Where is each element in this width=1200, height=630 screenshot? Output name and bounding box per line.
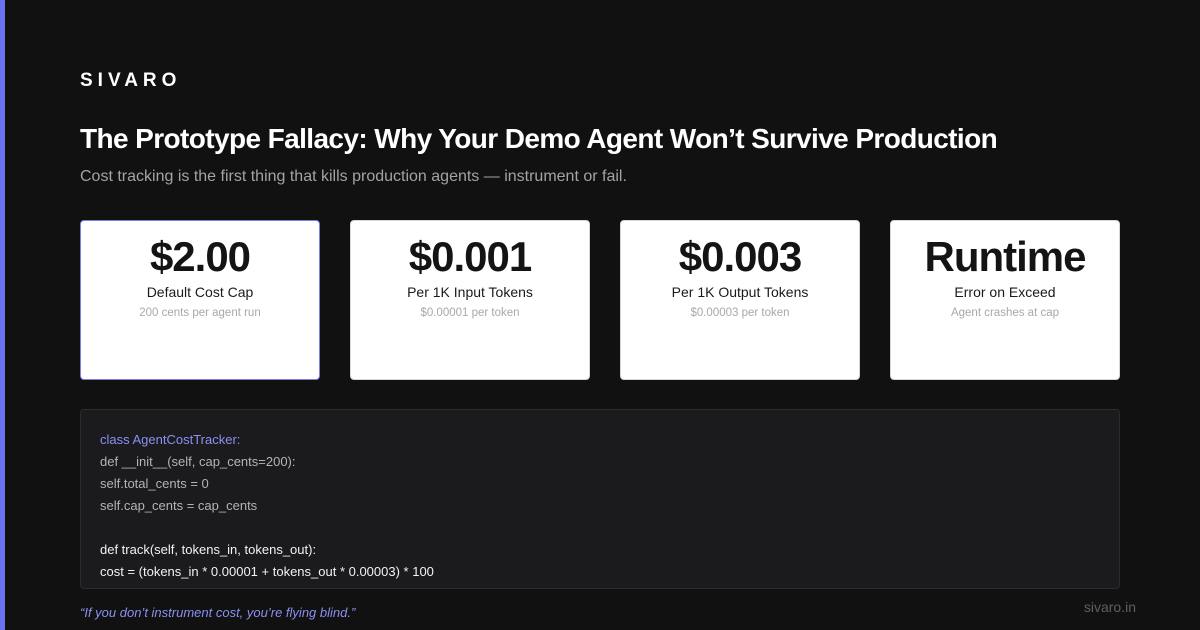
stat-value: $2.00 — [149, 233, 251, 280]
stat-caption: 200 cents per agent run — [139, 307, 261, 319]
code-line: self.total_cents = 0 — [100, 476, 209, 491]
stat-label: Error on Exceed — [954, 284, 1056, 300]
code-line: def __init__(self, cap_cents=200): — [100, 454, 296, 469]
code-line: class AgentCostTracker: — [100, 432, 241, 447]
code-line: def track(self, tokens_in, tokens_out): — [100, 542, 317, 557]
stat-card-cost-cap: $2.00 Default Cost Cap 200 cents per age… — [80, 220, 320, 380]
code-line: cost = (tokens_in * 0.00001 + tokens_out… — [100, 564, 434, 579]
accent-bar — [0, 0, 5, 630]
stat-caption: Agent crashes at cap — [950, 307, 1060, 319]
stat-value: $0.003 — [678, 233, 802, 280]
pull-quote: “If you don’t instrument cost, you’re fl… — [80, 605, 356, 620]
stat-card-input-tokens: $0.001 Per 1K Input Tokens $0.00001 per … — [350, 220, 590, 380]
stat-card-output-tokens: $0.003 Per 1K Output Tokens $0.00003 per… — [620, 220, 860, 380]
stat-value: $0.001 — [408, 233, 532, 280]
stat-cards: $2.00 Default Cost Cap 200 cents per age… — [80, 220, 1120, 380]
stat-label: Per 1K Input Tokens — [407, 284, 533, 300]
brand-logo: SIVARO — [80, 70, 182, 91]
stat-card-runtime: Runtime Error on Exceed Agent crashes at… — [890, 220, 1120, 380]
code-block: class AgentCostTracker: def __init__(sel… — [80, 409, 1120, 589]
code-line: self.cap_cents = cap_cents — [100, 498, 258, 513]
stat-label: Default Cost Cap — [146, 284, 254, 300]
page-subtitle: Cost tracking is the first thing that ki… — [80, 168, 627, 185]
stat-value: Runtime — [924, 233, 1087, 280]
stat-label: Per 1K Output Tokens — [671, 284, 809, 300]
stat-caption: $0.00001 per token — [420, 307, 520, 319]
stat-caption: $0.00003 per token — [690, 307, 790, 319]
page-title: The Prototype Fallacy: Why Your Demo Age… — [80, 123, 998, 154]
site-url: sivaro.in — [1083, 599, 1136, 615]
